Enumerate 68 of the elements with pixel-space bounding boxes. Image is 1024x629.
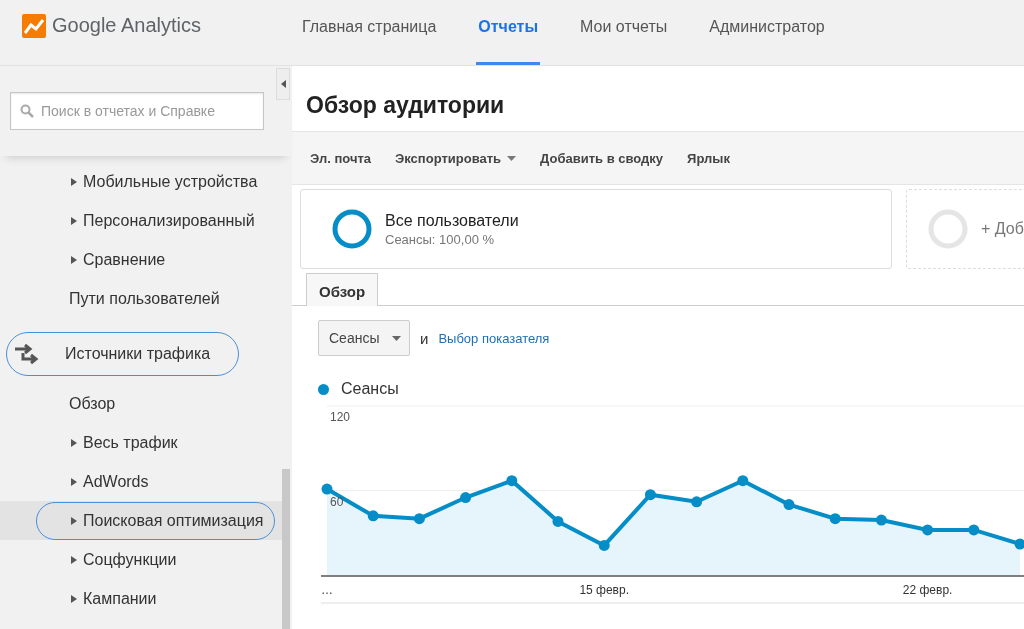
segment-name: + Доб [981,220,1024,238]
data-point [968,524,980,536]
data-point [783,499,795,511]
segment-card[interactable]: Все пользователи Сеансы: 100,00 % [300,189,892,269]
nav-tab[interactable]: Администратор [707,0,827,65]
data-point [875,514,887,526]
segment-ring-icon [331,208,373,250]
data-point [691,496,703,508]
expand-triangle-icon [71,477,77,486]
segment-name: Все пользователи [385,211,519,230]
expand-triangle-icon [71,555,77,564]
toolbar-button[interactable]: Добавить в сводку [540,150,664,166]
add-segment-card[interactable]: + Доб [906,189,1024,269]
y-tick-label: 60 [330,494,344,509]
caret-icon [392,335,401,341]
expand-triangle-icon [71,255,77,264]
expand-triangle-icon [71,516,77,525]
sidebar-item[interactable]: Весь трафик [36,423,189,462]
nav-tab[interactable]: Главная страница [300,0,439,65]
sidebar-item[interactable]: Соцфункции [36,540,188,579]
sidebar-item[interactable]: Сравнение [36,240,177,279]
y-tick-label: 120 [330,410,351,424]
segment-detail: Сеансы: 100,00 % [385,231,496,247]
sidebar-item[interactable]: Кампании [36,579,168,618]
analytics-logo-icon [22,13,46,38]
data-point [321,483,333,495]
sidebar-item[interactable]: Мобильные устройства [36,162,269,201]
sidebar-item[interactable]: AdWords [36,462,160,501]
choose-metric-link[interactable]: Выбор показателя [438,330,550,346]
search-icon [20,104,34,118]
data-point [552,516,564,527]
sidebar-item[interactable]: Пути пользователей [56,279,231,318]
data-point [829,513,841,525]
scrollbar[interactable] [282,469,290,629]
nav-tab[interactable]: Мои отчеты [578,0,670,65]
x-tick-label: 22 февр. [902,583,953,597]
sidebar-item[interactable]: Персонализированный [36,201,266,240]
expand-triangle-icon [71,177,77,186]
segment-ring-icon [927,208,969,250]
logo-text: Google Analytics [52,14,201,37]
expand-triangle-icon [71,216,77,225]
overview-tab[interactable]: Обзор [306,273,379,306]
sidebar-item[interactable]: Обзор [56,384,127,423]
arrows-icon [15,343,41,365]
data-point [737,475,749,487]
search-field[interactable]: Поиск в отчетах и Справке [10,92,264,130]
metric-select[interactable]: Сеансы [318,320,410,356]
toolbar-button[interactable]: Экспортировать [395,150,517,166]
data-point [460,492,472,504]
caret-icon [507,155,517,161]
x-tick-label: … [321,583,333,597]
data-point [413,513,425,525]
toolbar-button[interactable]: Эл. почта [310,150,372,166]
left-triangle-icon [280,80,286,88]
expand-triangle-icon [71,594,77,603]
conjunction-text: и [420,329,429,347]
data-point [1014,538,1024,550]
expand-triangle-icon [71,438,77,447]
data-point [598,539,610,551]
toolbar-button[interactable]: Ярлык [687,150,730,166]
data-point [922,524,934,536]
data-point [506,475,518,487]
data-point [367,510,379,522]
collapse-sidebar-button[interactable] [276,68,290,100]
legend-label: Сеансы [341,380,399,398]
data-point [644,489,656,501]
x-tick-label: 15 февр. [579,583,629,597]
page-title: Обзор аудитории [305,91,506,120]
